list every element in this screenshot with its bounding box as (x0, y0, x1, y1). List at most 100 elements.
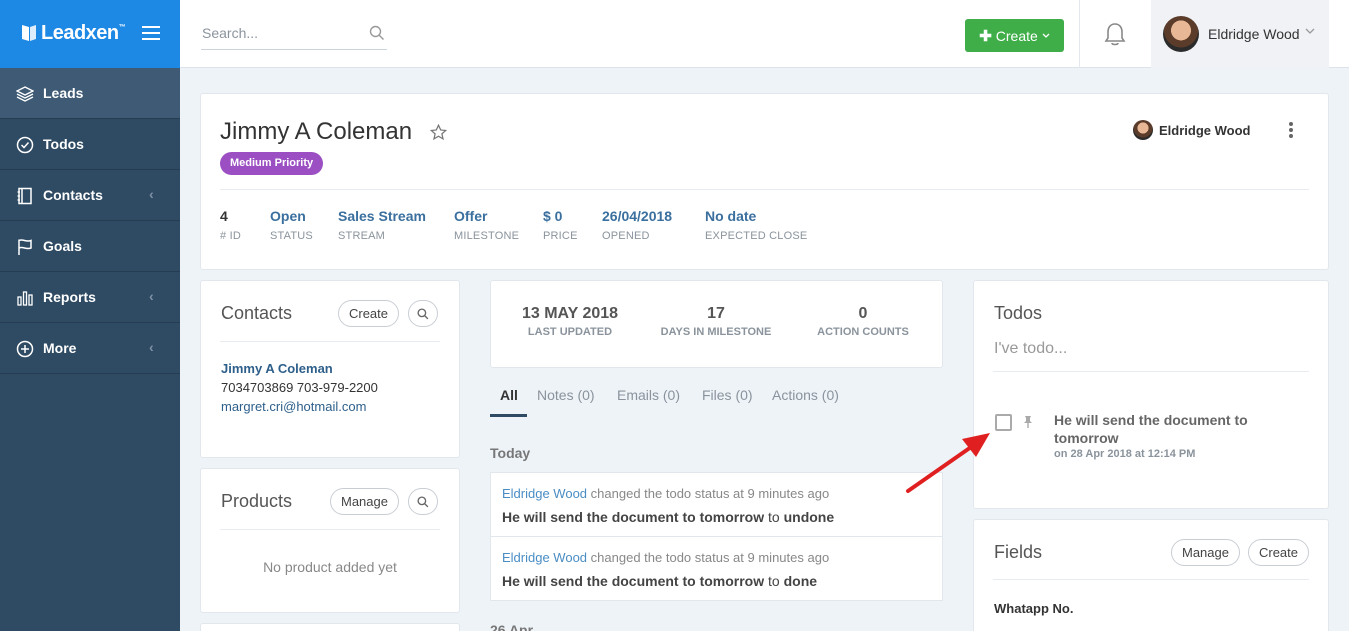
stat-opened[interactable]: 26/04/2018 OPENED (602, 208, 672, 242)
stat-status[interactable]: Open STATUS (270, 208, 313, 242)
sidebar-item-todos[interactable]: Todos (0, 119, 180, 170)
activity-action: changed the todo status at 9 minutes ago (590, 550, 830, 565)
brand[interactable]: Leadxen™ (0, 0, 180, 68)
search-icon[interactable] (369, 25, 385, 41)
chevron-left-icon: ‹ (149, 339, 154, 355)
tab-notes[interactable]: Notes (0) (537, 387, 595, 403)
sidebar-item-leads[interactable]: Leads (0, 68, 180, 119)
contact-phones: 7034703869 703-979-2200 (221, 380, 378, 395)
activity-tabs: All Notes (0) Emails (0) Files (0) Actio… (490, 380, 942, 416)
todos-title: Todos (994, 303, 1043, 323)
timeline-date-26-apr: 26 Apr (490, 622, 534, 631)
stat-id: 4 # ID (220, 208, 241, 242)
divider (220, 189, 1309, 190)
create-button[interactable]: ✚ Create (965, 19, 1064, 52)
page-title: Jimmy A Coleman (220, 118, 413, 145)
activity-status: undone (783, 509, 835, 525)
chevron-left-icon: ‹ (149, 186, 154, 202)
stat-value: 26/04/2018 (602, 208, 673, 224)
stat-value: Open (270, 208, 306, 224)
bell-icon[interactable] (1104, 22, 1126, 46)
tab-actions[interactable]: Actions (0) (772, 387, 839, 403)
stat-label: # ID (220, 230, 241, 242)
sidebar-item-label: Contacts (43, 187, 103, 203)
stat-label: EXPECTED CLOSE (705, 230, 808, 242)
activity-user-link[interactable]: Eldridge Wood (502, 550, 587, 565)
activity-detail: He will send the document to tomorrow to… (502, 509, 834, 525)
priority-badge[interactable]: Medium Priority (220, 152, 324, 175)
contact-name-link[interactable]: Jimmy A Coleman (221, 361, 333, 376)
hamburger-menu-icon[interactable] (142, 26, 160, 40)
bar-chart-icon (17, 291, 33, 306)
address-book-icon (17, 187, 32, 205)
divider (220, 529, 440, 530)
stat-value: 4 (220, 208, 228, 224)
product-search-button[interactable] (408, 488, 438, 515)
avatar (1133, 120, 1153, 140)
more-options-icon[interactable] (1289, 122, 1293, 140)
plus-icon: ✚ (979, 27, 992, 45)
owner-name: Eldridge Wood (1159, 122, 1251, 138)
sidebar-item-contacts[interactable]: Contacts ‹ (0, 170, 180, 221)
products-card: Products Manage No product added yet (200, 468, 460, 613)
sidebar-item-label: Todos (43, 136, 84, 152)
divider (993, 371, 1309, 372)
sidebar-item-label: Goals (43, 238, 82, 254)
tab-files[interactable]: Files (0) (702, 387, 753, 403)
notifications[interactable] (1079, 0, 1151, 68)
lead-owner[interactable]: Eldridge Wood (1133, 120, 1250, 140)
annotation-arrow-icon (906, 433, 990, 493)
stat-value: No date (705, 208, 757, 224)
todo-input[interactable]: I've todo... (994, 340, 1067, 358)
metric-value: 17 (707, 305, 725, 322)
sidebar: Leads Todos Contacts ‹ Goals Reports ‹ M… (0, 68, 180, 631)
stat-expected-close[interactable]: No date EXPECTED CLOSE (705, 208, 807, 242)
contact-email-link[interactable]: margret.cri@hotmail.com (221, 399, 366, 414)
lead-header-card: Jimmy A Coleman Medium Priority Eldridge… (200, 93, 1329, 270)
todo-item-date: on 28 Apr 2018 at 12:14 PM (1054, 448, 1196, 460)
fields-manage-button[interactable]: Manage (1171, 539, 1240, 566)
contacts-card: Contacts Create Jimmy A Coleman 70347038… (200, 280, 460, 458)
stat-milestone[interactable]: Offer MILESTONE (454, 208, 519, 242)
sidebar-item-reports[interactable]: Reports ‹ (0, 272, 180, 323)
check-circle-icon (16, 136, 34, 154)
contact-search-button[interactable] (408, 300, 438, 327)
fields-create-button[interactable]: Create (1248, 539, 1309, 566)
star-icon[interactable] (430, 124, 447, 141)
user-menu[interactable]: Eldridge Wood (1151, 0, 1329, 68)
activity-user-link[interactable]: Eldridge Wood (502, 486, 587, 501)
activity-subject: He will send the document to tomorrow (502, 573, 765, 589)
contact-create-button[interactable]: Create (338, 300, 399, 327)
sidebar-item-label: More (43, 340, 77, 356)
stat-label: MILESTONE (454, 230, 520, 242)
stat-label: STATUS (270, 230, 313, 242)
sidebar-item-label: Leads (43, 85, 84, 101)
layers-icon (16, 86, 34, 102)
stat-stream[interactable]: Sales Stream STREAM (338, 208, 426, 242)
metric-value: 13 MAY 2018 (521, 305, 619, 322)
fields-card: Fields Manage Create Whatapp No. (973, 519, 1329, 631)
activity-connector: to (768, 573, 780, 589)
sidebar-item-more[interactable]: More ‹ (0, 323, 180, 374)
stat-label: STREAM (338, 230, 386, 242)
search-input[interactable]: Search... (202, 25, 258, 41)
tab-emails[interactable]: Emails (0) (617, 387, 680, 403)
tab-all[interactable]: All (500, 387, 518, 403)
search-box[interactable]: Search... (201, 18, 387, 50)
metric-label: DAYS IN MILESTONE (660, 326, 772, 338)
contacts-title: Contacts (221, 303, 293, 323)
field-label-whatapp: Whatapp No. (994, 601, 1074, 616)
todos-card: Todos I've todo... He will send the docu… (973, 280, 1329, 509)
stat-price[interactable]: $ 0 PRICE (543, 208, 578, 242)
sidebar-item-goals[interactable]: Goals (0, 221, 180, 272)
pin-icon[interactable] (1022, 415, 1034, 429)
metrics-card: 13 MAY 2018 LAST UPDATED 17 DAYS IN MILE… (490, 280, 943, 368)
product-manage-button[interactable]: Manage (330, 488, 399, 515)
next-card (200, 623, 460, 631)
top-bar: Leadxen™ Search... ✚ Create Eldridge Woo… (0, 0, 1349, 68)
activity-item: Eldridge Wood changed the todo status at… (490, 472, 943, 537)
chevron-left-icon: ‹ (149, 288, 154, 304)
todo-checkbox[interactable] (995, 414, 1012, 431)
activity-detail: He will send the document to tomorrow to… (502, 573, 817, 589)
todo-item-text[interactable]: He will send the document to tomorrow (1054, 411, 1274, 447)
